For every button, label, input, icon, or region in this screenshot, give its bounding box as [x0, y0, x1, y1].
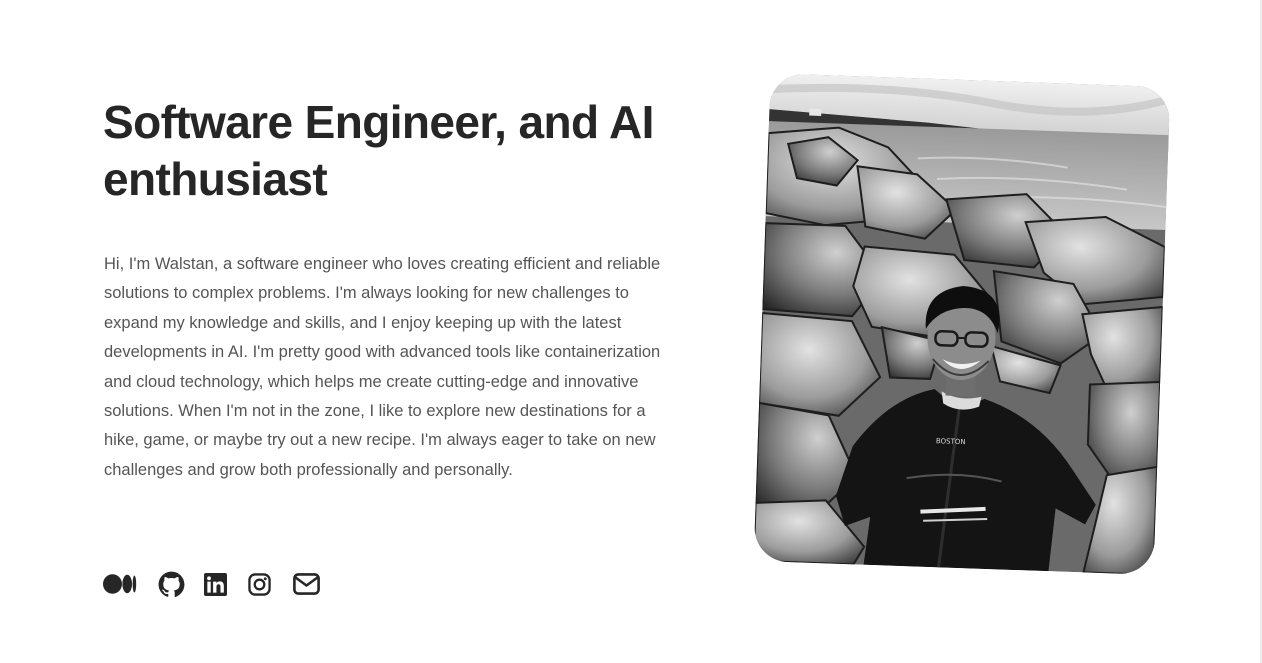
github-icon — [158, 571, 185, 597]
medium-icon — [103, 574, 137, 594]
instagram-icon — [248, 572, 271, 596]
email-link[interactable] — [293, 570, 320, 598]
profile-photo: BOSTON — [753, 73, 1171, 575]
profile-photo-image: BOSTON — [753, 73, 1171, 575]
page-title: Software Engineer, and AI enthusiast — [103, 96, 654, 205]
github-link[interactable] — [158, 570, 185, 598]
linkedin-icon — [204, 572, 227, 596]
mail-icon — [293, 573, 320, 595]
bio-paragraph: Hi, I'm Walstan, a software engineer who… — [104, 255, 661, 479]
medium-link[interactable] — [103, 570, 137, 598]
shirt-text: BOSTON — [936, 437, 966, 446]
hero-section: Software Engineer, and AI enthusiast Hi,… — [103, 94, 673, 485]
instagram-link[interactable] — [248, 570, 271, 598]
social-links — [103, 570, 334, 598]
linkedin-link[interactable] — [204, 570, 227, 598]
